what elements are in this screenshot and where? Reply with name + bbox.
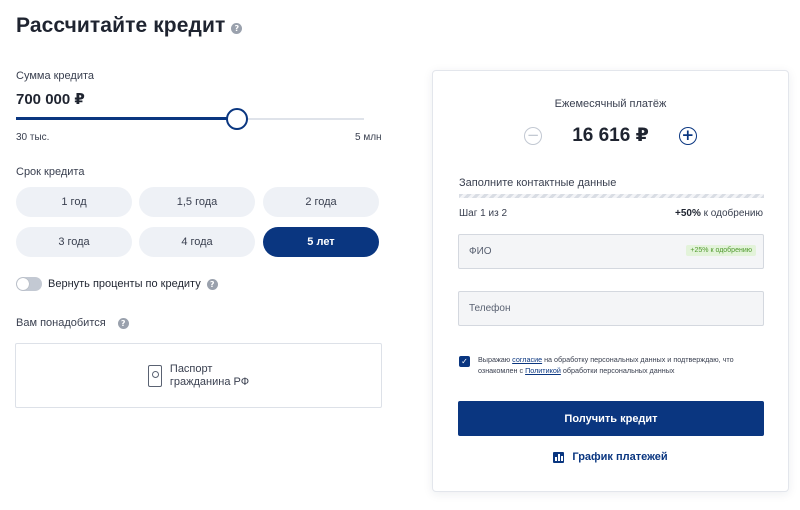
payment-schedule-label[interactable]: График платежей: [572, 451, 667, 463]
term-option-3y[interactable]: 3 года: [16, 227, 132, 257]
monthly-payment-label: Ежемесячный платёж: [554, 98, 667, 110]
consent-text-part3: обработки персональных данных: [560, 366, 675, 375]
documents-row: Вам понадобится ?: [16, 317, 129, 329]
toggle-knob: [17, 278, 29, 290]
approval-bonus-value: +50%: [675, 208, 701, 219]
document-name-line1: Паспорт: [169, 362, 213, 375]
slider-fill: [16, 117, 237, 120]
decrease-button[interactable]: −: [524, 126, 543, 145]
progress-bar: [459, 194, 764, 198]
refund-toggle[interactable]: [16, 277, 42, 291]
get-credit-button[interactable]: Получить кредит: [458, 401, 764, 436]
term-option-2y[interactable]: 2 года: [263, 187, 379, 217]
documents-help-icon[interactable]: ?: [117, 317, 129, 329]
amount-slider[interactable]: [16, 108, 364, 130]
step-indicator: Шаг 1 из 2: [459, 208, 508, 219]
monthly-payment-row: − 16 616 ₽ +: [433, 124, 788, 147]
refund-help-icon[interactable]: ?: [206, 278, 218, 290]
amount-label: Сумма кредита: [16, 70, 95, 82]
phone-input[interactable]: [459, 292, 763, 325]
consent-text-part1: Выражаю: [478, 355, 513, 364]
help-icon[interactable]: ?: [231, 23, 243, 34]
fio-bonus-badge: +25% к одобрению: [686, 245, 756, 256]
consent-row: ✓ Выражаю согласие на обработку персонал…: [459, 354, 764, 376]
refund-label: Вернуть проценты по кредиту: [48, 278, 201, 290]
refund-toggle-row: Вернуть проценты по кредиту ?: [16, 277, 218, 291]
amount-max-label: 5 млн: [355, 132, 382, 143]
consent-link[interactable]: согласие: [512, 355, 542, 364]
bar-chart-icon: [553, 451, 565, 463]
documents-label: Вам понадобится: [16, 317, 106, 329]
amount-min-label: 30 тыс.: [16, 132, 50, 143]
passport-icon: [147, 364, 162, 387]
monthly-payment-value: 16 616 ₽: [572, 125, 649, 146]
application-card: Ежемесячный платёж − 16 616 ₽ + Заполнит…: [432, 70, 789, 492]
approval-bonus: +50% к одобрению: [675, 208, 763, 219]
document-name: Паспорт гражданина РФ: [170, 363, 249, 389]
document-name-line2: гражданина РФ: [169, 375, 250, 388]
page-title-row: Рассчитайте кредит ?: [16, 14, 243, 38]
page-title: Рассчитайте кредит: [16, 14, 226, 37]
term-option-5y[interactable]: 5 лет: [263, 227, 379, 257]
phone-field[interactable]: [458, 291, 764, 326]
payment-schedule-link[interactable]: График платежей: [433, 451, 788, 463]
increase-button[interactable]: +: [678, 126, 697, 145]
term-option-1-5y[interactable]: 1,5 года: [139, 187, 255, 217]
approval-bonus-text: к одобрению: [700, 208, 763, 219]
amount-value: 700 000 ₽: [16, 91, 85, 108]
term-option-4y[interactable]: 4 года: [139, 227, 255, 257]
slider-thumb[interactable]: [226, 108, 248, 130]
term-label: Срок кредита: [16, 166, 85, 178]
contacts-title: Заполните контактные данные: [459, 177, 617, 189]
policy-link[interactable]: Политикой: [525, 366, 561, 375]
term-option-1y[interactable]: 1 год: [16, 187, 132, 217]
document-card: Паспорт гражданина РФ: [15, 343, 382, 408]
fio-field[interactable]: +25% к одобрению: [458, 234, 764, 269]
consent-text: Выражаю согласие на обработку персональн…: [478, 354, 764, 376]
consent-checkbox[interactable]: ✓: [459, 356, 470, 367]
